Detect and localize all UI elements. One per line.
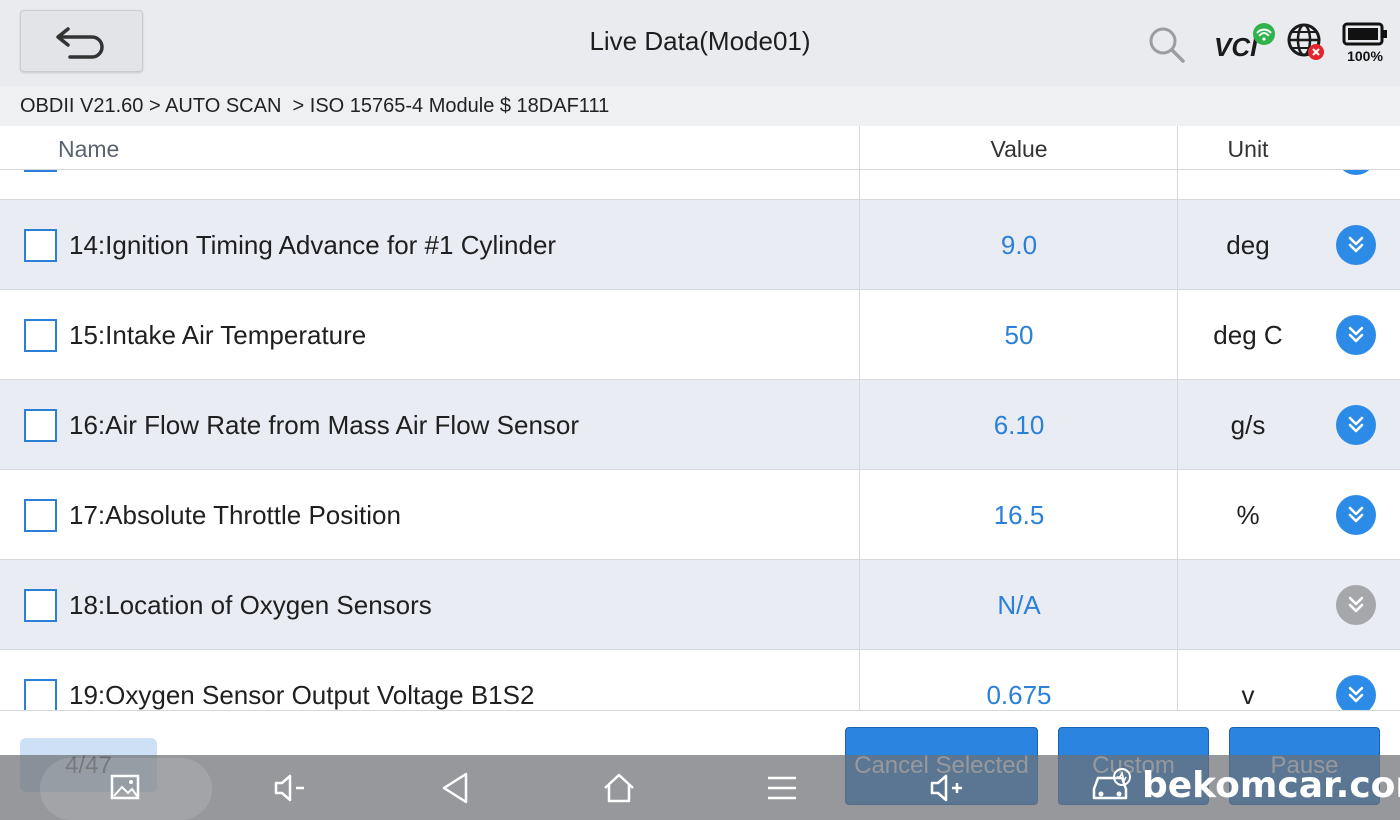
row-unit: v: [1241, 680, 1255, 710]
back-button[interactable]: [20, 10, 143, 72]
row-checkbox[interactable]: [24, 499, 57, 532]
top-bar: Live Data(Mode01) VCI 100%: [0, 0, 1400, 86]
row-checkbox[interactable]: [24, 229, 57, 262]
volume-down-icon[interactable]: [268, 766, 312, 810]
live-data-list[interactable]: 14:Ignition Timing Advance for #1 Cylind…: [0, 170, 1400, 710]
row-value: 9.0: [1000, 230, 1038, 260]
column-divider: [859, 126, 860, 710]
row-checkbox[interactable]: [24, 409, 57, 442]
row-name: 14:Ignition Timing Advance for #1 Cylind…: [69, 230, 557, 260]
double-chevron-down-icon[interactable]: [1336, 495, 1376, 535]
row-name: 16:Air Flow Rate from Mass Air Flow Sens…: [69, 410, 580, 440]
globe-error-icon: [1287, 23, 1324, 60]
row-name: 19:Oxygen Sensor Output Voltage B1S2: [69, 680, 535, 710]
battery-icon: [1342, 22, 1387, 46]
double-chevron-down-icon[interactable]: [1336, 675, 1376, 710]
nav-back-icon[interactable]: [434, 766, 478, 810]
back-arrow-icon: [55, 27, 104, 59]
double-chevron-down-icon[interactable]: [1336, 225, 1376, 265]
watermark: bekomcar.com: [1088, 760, 1400, 810]
row-name: 18:Location of Oxygen Sensors: [69, 590, 432, 620]
row-name: 17:Absolute Throttle Position: [69, 500, 401, 530]
home-icon[interactable]: [597, 766, 641, 810]
table-row[interactable]: 15:Intake Air Temperature 50 deg C: [0, 290, 1400, 380]
table-row[interactable]: 18:Location of Oxygen Sensors N/A: [0, 560, 1400, 650]
column-header-name: Name: [58, 136, 120, 162]
row-value: 50: [1004, 320, 1034, 350]
table-row[interactable]: 16:Air Flow Rate from Mass Air Flow Sens…: [0, 380, 1400, 470]
row-value: 6.10: [993, 410, 1045, 440]
menu-icon[interactable]: [760, 766, 804, 810]
column-header-value: Value: [990, 136, 1048, 162]
row-checkbox[interactable]: [24, 679, 57, 710]
column-divider: [1177, 126, 1178, 710]
table-row[interactable]: 14:Ignition Timing Advance for #1 Cylind…: [0, 200, 1400, 290]
row-name: 15:Intake Air Temperature: [69, 320, 367, 350]
row-checkbox[interactable]: [24, 319, 57, 352]
row-checkbox[interactable]: [24, 170, 57, 172]
double-chevron-down-icon[interactable]: [1336, 405, 1376, 445]
row-unit: %: [1236, 500, 1260, 530]
gallery-icon[interactable]: [104, 766, 148, 810]
row-value: 16.5: [993, 500, 1045, 530]
table-row[interactable]: 19:Oxygen Sensor Output Voltage B1S2 0.67…: [0, 650, 1400, 710]
breadcrumb: OBDII V21.60 > AUTO SCAN > ISO 15765-4 M…: [0, 86, 1400, 126]
car-diagnostic-icon: [1092, 768, 1131, 800]
vci-wifi-icon: VCI: [1214, 23, 1275, 62]
table-header: Name Value Unit: [0, 126, 1400, 170]
vci-label: VCI: [1214, 32, 1258, 62]
page-title: Live Data(Mode01): [589, 26, 811, 56]
table-row-partial: [0, 170, 1400, 200]
double-chevron-down-icon[interactable]: [1336, 170, 1376, 175]
column-header-unit: Unit: [1227, 136, 1269, 162]
row-unit: deg C: [1213, 320, 1283, 350]
battery-level: 100%: [1347, 48, 1383, 64]
row-checkbox[interactable]: [24, 589, 57, 622]
double-chevron-down-icon[interactable]: [1336, 315, 1376, 355]
table-row[interactable]: 17:Absolute Throttle Position 16.5%: [0, 470, 1400, 560]
watermark-text: bekomcar.com: [1142, 764, 1400, 806]
search-icon[interactable]: [1146, 24, 1186, 64]
double-chevron-down-icon: [1336, 585, 1376, 625]
row-value: N/A: [997, 590, 1041, 620]
volume-up-icon[interactable]: [924, 766, 968, 810]
row-value: 0.675: [986, 680, 1052, 710]
row-unit: g/s: [1230, 410, 1266, 440]
row-unit: deg: [1226, 230, 1270, 260]
